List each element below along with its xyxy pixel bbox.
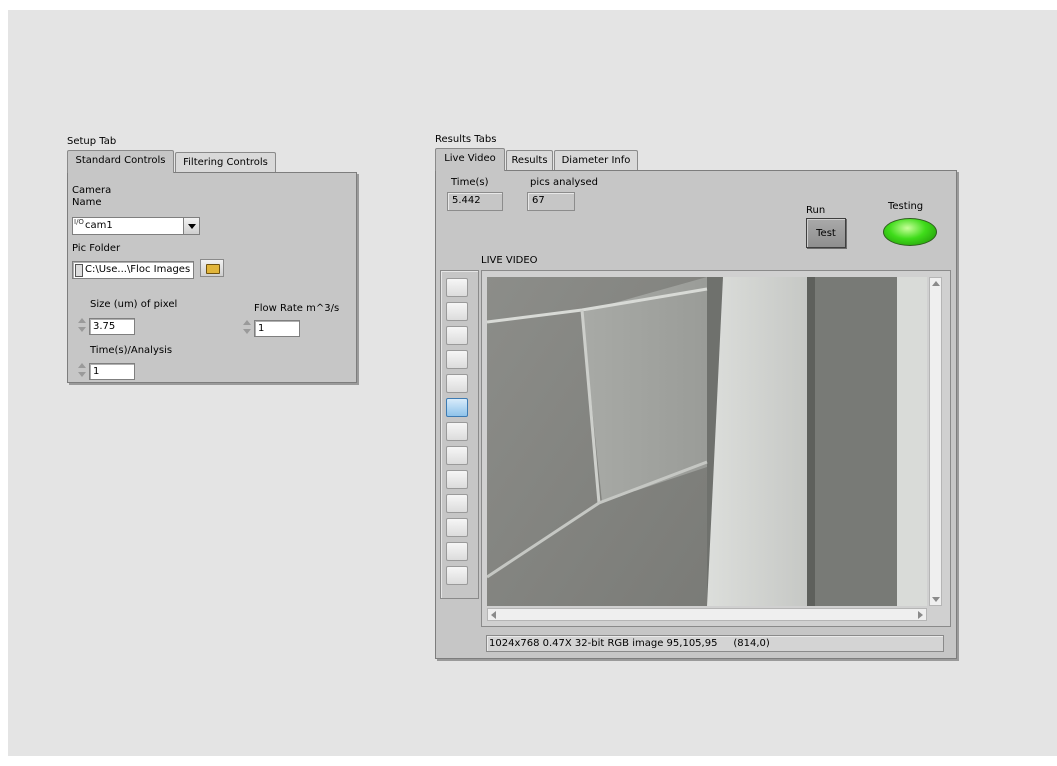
time-label: Time(s) [451,177,489,188]
time-indicator: 5.442 [447,192,503,211]
pics-analysed-indicator: 67 [527,192,575,211]
pixel-size-stepper[interactable] [78,316,87,338]
pic-folder-label: Pic Folder [72,243,121,254]
live-video-label: LIVE VIDEO [481,255,538,266]
path-icon [75,264,83,277]
palette-tool-button[interactable] [446,302,468,321]
setup-tab-title: Setup Tab [67,136,117,147]
time-analysis-input[interactable]: 1 [89,363,135,380]
flow-rate-label: Flow Rate m^3/s [254,303,340,314]
pic-folder-value: C:\Use...\Floc Images [85,264,191,275]
camera-name-label-line2: Name [72,197,102,208]
camera-name-select[interactable]: I/O cam1 [72,217,200,235]
palette-tool-button[interactable] [446,542,468,561]
image-tool-palette [440,270,479,599]
setup-tab-panel: Camera Name I/O cam1 Pic Folder C:\Use..… [67,172,357,383]
browse-folder-button[interactable] [200,259,224,277]
palette-tool-button[interactable] [446,278,468,297]
palette-tool-button[interactable] [446,566,468,585]
time-analysis-label: Time(s)/Analysis [90,345,173,356]
run-label: Run [806,205,826,216]
chevron-down-icon[interactable] [183,218,199,234]
io-icon: I/O [74,218,84,226]
scroll-down-icon[interactable] [932,597,940,602]
pics-analysed-label: pics analysed [530,177,599,188]
palette-tool-button[interactable] [446,350,468,369]
testing-label: Testing [888,201,924,212]
results-tab-title: Results Tabs [435,134,497,145]
folder-icon [206,264,220,274]
palette-tool-button[interactable] [446,470,468,489]
results-tab-panel: Time(s) 5.442 pics analysed 67 Run Test … [435,170,957,659]
time-analysis-stepper[interactable] [78,361,87,383]
image-display-frame [481,270,951,627]
palette-tool-button[interactable] [446,494,468,513]
scroll-right-icon[interactable] [918,611,923,619]
tab-results[interactable]: Results [506,150,553,170]
palette-tool-button[interactable] [446,518,468,537]
pic-folder-path-input[interactable]: C:\Use...\Floc Images [72,261,194,279]
palette-tool-button[interactable] [446,446,468,465]
test-run-button[interactable]: Test [806,218,846,248]
tab-filtering-controls[interactable]: Filtering Controls [175,152,276,172]
live-video-frame [487,277,927,606]
tab-live-video[interactable]: Live Video [435,148,505,171]
camera-name-value: cam1 [85,220,113,231]
palette-tool-button[interactable] [446,374,468,393]
live-video-image[interactable] [487,277,927,606]
image-info-status-bar: 1024x768 0.47X 32-bit RGB image 95,105,9… [486,635,944,652]
flow-rate-stepper[interactable] [243,318,252,340]
flow-rate-input[interactable]: 1 [254,320,300,337]
camera-name-label-line1: Camera [72,185,112,196]
scroll-left-icon[interactable] [491,611,496,619]
tab-diameter-info[interactable]: Diameter Info [554,150,638,170]
testing-led-indicator [883,218,937,246]
pixel-size-label: Size (um) of pixel [90,299,178,310]
palette-tool-button-selected[interactable] [446,398,468,417]
video-vertical-scrollbar[interactable] [929,277,942,606]
video-horizontal-scrollbar[interactable] [487,608,927,621]
palette-tool-button[interactable] [446,422,468,441]
tab-standard-controls[interactable]: Standard Controls [67,150,174,173]
palette-tool-button[interactable] [446,326,468,345]
scroll-up-icon[interactable] [932,281,940,286]
pixel-size-input[interactable]: 3.75 [89,318,135,335]
front-panel: Setup Tab Standard Controls Filtering Co… [8,10,1057,756]
